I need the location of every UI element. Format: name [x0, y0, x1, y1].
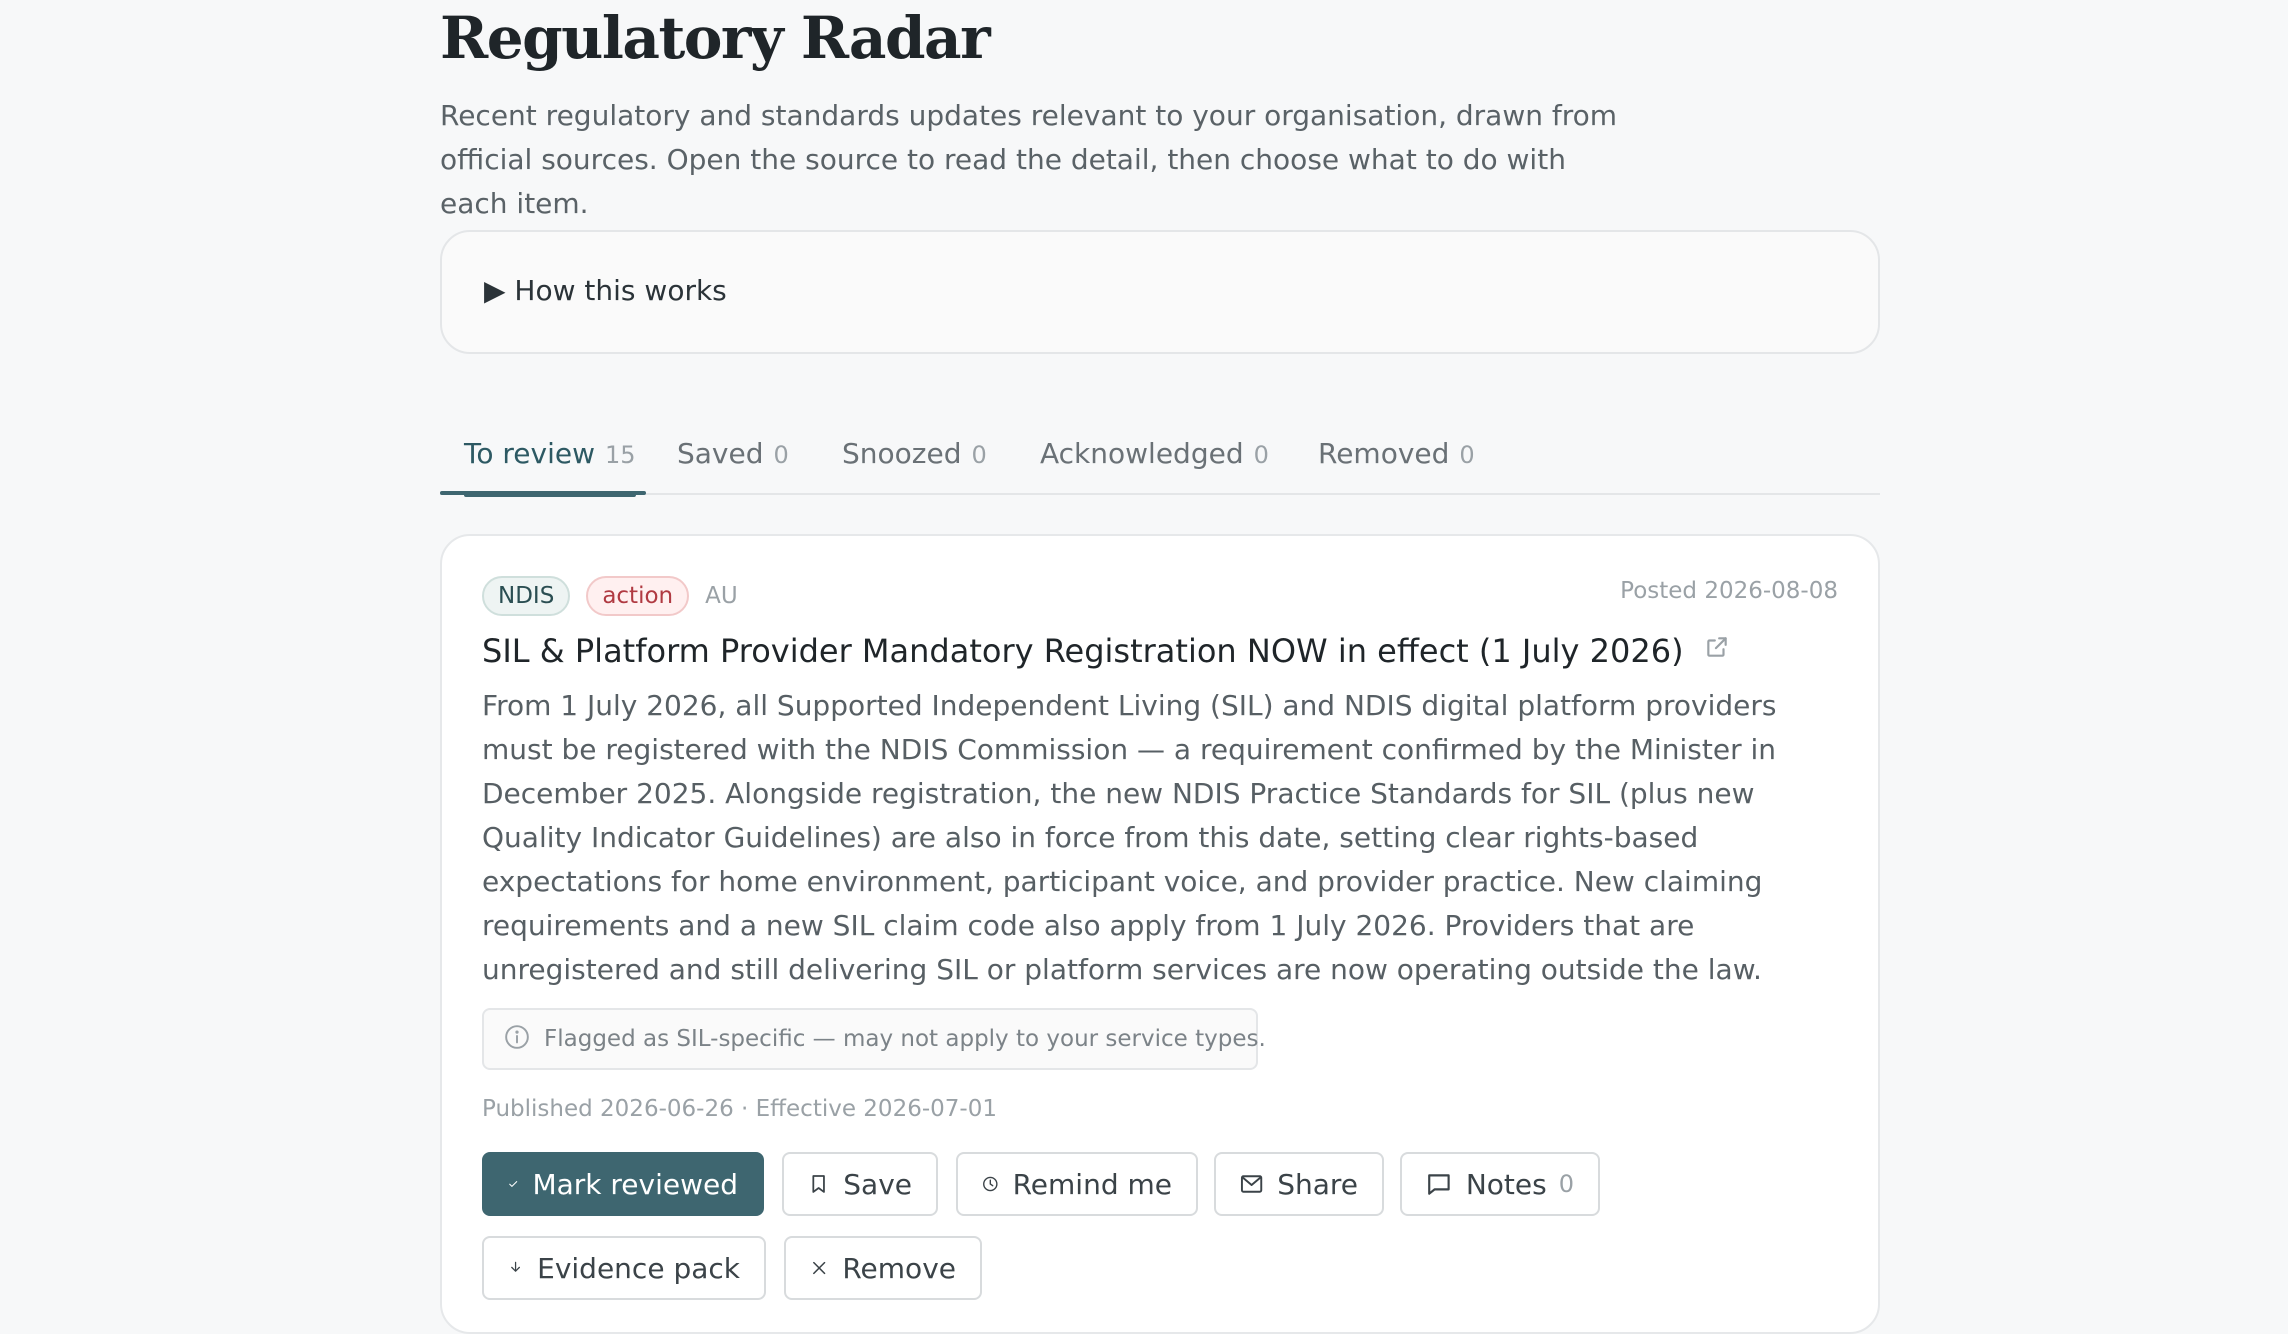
how-this-works-toggle[interactable]: ▶ How this works — [484, 274, 727, 307]
item-dates: Published 2026-06-26 · Effective 2026-07… — [482, 1096, 997, 1122]
save-button[interactable]: Save — [782, 1152, 938, 1216]
save-label: Save — [843, 1167, 912, 1201]
mail-icon — [1240, 1175, 1263, 1193]
flag-text: Flagged as SIL-specific — may not apply … — [544, 1026, 1266, 1052]
close-icon — [813, 1261, 826, 1275]
tab-label: Saved — [677, 437, 764, 470]
page-title: Regulatory Radar — [440, 4, 991, 72]
status-tabs: To review 15 Saved 0 Snoozed 0 Acknowledged… — [440, 425, 1880, 497]
tab-count: 0 — [773, 441, 789, 469]
tab-label: Snoozed — [842, 437, 962, 470]
tab-removed[interactable]: Removed 0 — [1318, 425, 1475, 495]
item-summary: From 1 July 2026, all Supported Independ… — [482, 689, 1777, 986]
tab-snoozed[interactable]: Snoozed 0 — [842, 425, 987, 495]
notes-button[interactable]: Notes 0 — [1400, 1152, 1600, 1216]
tab-acknowledged[interactable]: Acknowledged 0 — [1040, 425, 1269, 495]
remind-me-label: Remind me — [1012, 1167, 1172, 1201]
mark-reviewed-button[interactable]: Mark reviewed — [482, 1152, 764, 1216]
item-title: SIL & Platform Provider Mandatory Regist… — [482, 630, 1730, 670]
clock-icon — [983, 1176, 998, 1192]
remind-me-button[interactable]: Remind me — [956, 1152, 1198, 1216]
remove-button[interactable]: Remove — [784, 1236, 982, 1300]
regulatory-item-card: NDIS action AU Posted 2026-08-08 SIL & P… — [440, 534, 1880, 1334]
type-badge: action — [586, 576, 690, 616]
evidence-pack-button[interactable]: Evidence pack — [482, 1236, 766, 1300]
share-label: Share — [1277, 1167, 1358, 1201]
tab-label: To review — [464, 437, 595, 470]
info-icon — [504, 1024, 530, 1054]
tab-label: Removed — [1318, 437, 1450, 470]
posted-date: Posted 2026-08-08 — [1620, 578, 1838, 604]
page-intro: Recent regulatory and standards updates … — [440, 99, 1618, 220]
tab-count: 15 — [604, 441, 636, 469]
share-button[interactable]: Share — [1214, 1152, 1384, 1216]
tab-count: 0 — [971, 441, 987, 469]
download-icon — [511, 1261, 520, 1272]
sil-flag-note: Flagged as SIL-specific — may not apply … — [482, 1008, 1266, 1070]
active-tab-indicator — [440, 491, 646, 495]
notes-count: 0 — [1558, 1170, 1574, 1198]
tab-count: 0 — [1253, 441, 1269, 469]
evidence-pack-label: Evidence pack — [537, 1251, 740, 1285]
bookmark-icon — [812, 1175, 825, 1193]
region-label: AU — [705, 583, 738, 609]
how-this-works-panel: ▶ How this works — [440, 230, 1880, 354]
tab-to-review[interactable]: To review 15 — [464, 425, 636, 497]
tab-saved[interactable]: Saved 0 — [677, 425, 789, 495]
external-link-icon[interactable] — [1704, 630, 1730, 668]
comment-icon — [1428, 1174, 1450, 1195]
tab-label: Acknowledged — [1040, 437, 1244, 470]
check-icon — [509, 1181, 518, 1187]
tab-count: 0 — [1459, 441, 1475, 469]
program-badge: NDIS — [482, 576, 571, 616]
notes-label: Notes — [1465, 1167, 1547, 1201]
item-title-text: SIL & Platform Provider Mandatory Regist… — [482, 632, 1684, 670]
mark-reviewed-label: Mark reviewed — [532, 1167, 738, 1201]
item-badges: NDIS action AU — [482, 576, 738, 616]
remove-label: Remove — [842, 1251, 956, 1285]
